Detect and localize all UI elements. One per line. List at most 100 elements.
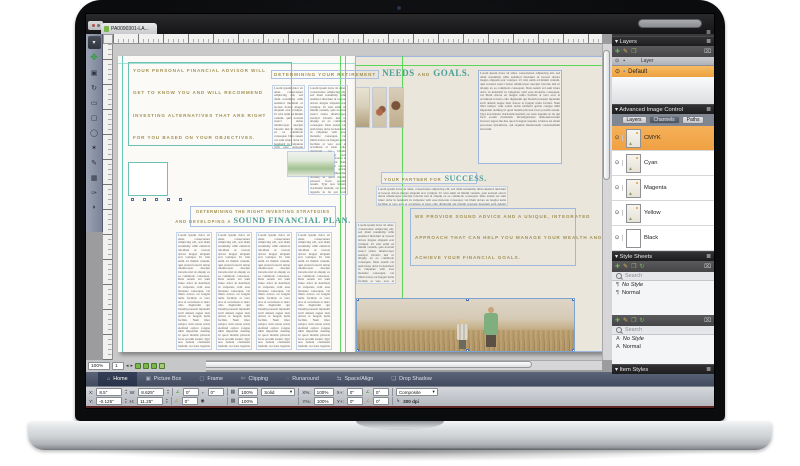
y-field[interactable]: -0.125" — [96, 397, 122, 405]
frame-style-dropdown[interactable]: Solid▾ — [261, 388, 295, 396]
search-input[interactable] — [638, 19, 702, 28]
channel-row[interactable]: ⊙ ▲ Yellow — [612, 201, 714, 226]
eye-icon[interactable]: ⊙ — [612, 185, 623, 191]
layer-row-default[interactable]: ⊙ ▪ Default ✎ — [612, 66, 714, 77]
minimize-icon[interactable] — [97, 24, 100, 27]
aic-tab-layers[interactable]: Layers — [622, 116, 647, 124]
pic-skew-field[interactable]: 0° — [373, 397, 389, 405]
add-style-icon[interactable]: ✚ — [615, 317, 620, 324]
text-column[interactable]: Lorem ipsum dolor sit amet, consectetuer… — [478, 70, 562, 164]
panel-menu-icon[interactable]: ≣ — [706, 367, 711, 373]
offset-x-field[interactable]: 0" — [347, 388, 363, 396]
style-row[interactable]: ¶No Style — [612, 281, 714, 289]
eye-icon[interactable]: ⊙ — [612, 160, 623, 166]
collapse-icon[interactable]: ▾ — [615, 367, 618, 373]
opacity-field[interactable]: 100% — [238, 388, 258, 396]
eye-icon[interactable]: ⊙ — [615, 68, 620, 75]
delete-style-icon[interactable]: ⌧ — [704, 317, 711, 324]
duplicate-style-icon[interactable]: ❐ — [631, 263, 636, 270]
heading-success[interactable]: YOUR PARTNER FOR SUCCESS. — [381, 172, 477, 184]
update-style-icon[interactable]: ↻ — [639, 317, 644, 324]
vertical-scrollbar-thumb[interactable] — [603, 50, 610, 180]
selection-handles-row[interactable] — [131, 198, 183, 203]
output-dropdown[interactable]: Composite▾ — [396, 388, 438, 396]
scale-x-field[interactable]: 100% — [314, 388, 334, 396]
text-column[interactable]: Lorem ipsum dolor sit amet, consectetuer… — [272, 85, 305, 149]
style-search[interactable]: Search — [612, 272, 714, 281]
edit-icon[interactable]: ✎ — [706, 68, 711, 75]
layout-canvas[interactable]: YOUR PERSONAL FINANCIAL ADVISOR WILL GET… — [113, 44, 602, 360]
channel-row[interactable]: ⊙ ▲ Cyan — [612, 151, 714, 176]
rounded-box-tool[interactable]: ▢ — [88, 111, 101, 124]
intro-text-box[interactable]: YOUR PERSONAL FINANCIAL ADVISOR WILL GET… — [128, 62, 292, 146]
text-content-tool[interactable]: ▣ — [88, 66, 101, 79]
oval-box-tool[interactable]: ◯ — [88, 126, 101, 139]
delete-layer-icon[interactable]: ⌧ — [704, 48, 711, 55]
style-sheets-panel-header[interactable]: ▾ Style Sheets ≣ — [612, 251, 714, 261]
photo-strip-beach[interactable] — [356, 88, 369, 127]
text-column[interactable]: Lorem ipsum dolor sit amet, consectetuer… — [176, 232, 212, 350]
collapse-icon[interactable]: ▾ — [615, 254, 618, 260]
rotation-tool[interactable]: ↻ — [88, 81, 101, 94]
tab-drop-shadow[interactable]: ❏Drop Shadow — [382, 372, 441, 386]
page-number-field[interactable]: 1 — [112, 362, 124, 370]
aic-tab-paths[interactable]: Paths — [682, 116, 705, 124]
scale-y-field[interactable]: 100% — [314, 397, 334, 405]
item-tool[interactable]: ✥ — [88, 51, 101, 64]
stepper[interactable]: ▴▾ — [125, 398, 126, 403]
page-view-icon[interactable] — [159, 363, 165, 369]
landscape-photo[interactable] — [288, 152, 334, 176]
photo-strip-couple[interactable] — [373, 88, 386, 127]
heading-plan[interactable]: DETERMINING THE RIGHT INVESTING STRATEGI… — [190, 206, 336, 227]
duplicate-style-icon[interactable]: ❐ — [631, 317, 636, 324]
stepper[interactable]: ▴▾ — [167, 389, 168, 394]
success-text-box[interactable]: Lorem ipsum dolor sit amet, consectetuer… — [376, 186, 508, 206]
style-row[interactable]: ANormal — [612, 343, 714, 351]
document-tab[interactable]: PA0090301-LA... — [101, 23, 157, 34]
duplicate-layer-icon[interactable]: ❐ — [631, 48, 636, 55]
edit-style-icon[interactable]: ✎ — [623, 317, 628, 324]
collapse-icon[interactable]: ▾ — [615, 39, 618, 45]
zoom-tool[interactable]: ◗ — [88, 201, 101, 214]
tab-home[interactable]: ⌂Home — [98, 372, 137, 386]
edit-layer-icon[interactable]: ✎ — [623, 48, 628, 55]
page-view-icon[interactable] — [151, 363, 157, 369]
photo-strip-person[interactable] — [390, 88, 403, 127]
panel-menu-icon[interactable]: ≣ — [706, 107, 711, 113]
opacity2-field[interactable]: 100% — [238, 397, 258, 405]
eye-icon[interactable]: ⊙ — [612, 210, 623, 216]
table-tool[interactable]: ▦ — [88, 171, 101, 184]
prev-page-icon[interactable]: ◂ — [126, 363, 129, 369]
channel-row[interactable]: ⊙ ▲ Magenta — [612, 176, 714, 201]
update-style-icon[interactable]: ↻ — [639, 263, 644, 270]
tab-space-align[interactable]: ⇆Space/Align — [328, 372, 382, 386]
zoom-level-field[interactable]: 100% — [88, 362, 110, 370]
style-search[interactable]: Search — [612, 326, 714, 335]
add-style-icon[interactable]: ✚ — [615, 263, 620, 270]
panel-menu-icon[interactable]: ≣ — [706, 254, 711, 260]
text-column[interactable]: Lorem ipsum dolor sit amet, consectetuer… — [216, 232, 252, 350]
tab-frame[interactable]: ▢Frame — [190, 372, 232, 386]
offset-y-field[interactable]: 0" — [347, 397, 363, 405]
text-column[interactable]: Lorem ipsum dolor sit amet, consectetuer… — [308, 85, 348, 195]
style-row[interactable]: ¶Normal — [612, 289, 714, 297]
edit-style-icon[interactable]: ✎ — [623, 263, 628, 270]
text-column[interactable]: Lorem ipsum dolor sit amet, consectetuer… — [296, 232, 332, 350]
aic-panel-header[interactable]: ▾ Advanced Image Control ≣ — [612, 104, 714, 114]
layers-panel-header[interactable]: ▾ Layers ≣ — [612, 36, 714, 46]
line-tool[interactable]: ✑ — [88, 186, 101, 199]
add-layer-icon[interactable]: ✚ — [615, 48, 620, 55]
rectangle-box-tool[interactable]: ▭ — [88, 96, 101, 109]
skew-field[interactable]: 0° — [182, 397, 198, 405]
starburst-tool[interactable]: ✶ — [88, 141, 101, 154]
pen-tool[interactable]: ✎ — [88, 156, 101, 169]
close-icon[interactable] — [92, 24, 95, 27]
height-field[interactable]: 11.25" — [137, 397, 163, 405]
collapse-icon[interactable]: ▾ — [615, 107, 618, 113]
eye-icon[interactable]: ⊙ — [612, 235, 623, 241]
text-column[interactable]: Lorem ipsum dolor sit amet, consectetuer… — [256, 232, 292, 350]
delete-style-icon[interactable]: ⌧ — [704, 263, 711, 270]
corner-radius-field[interactable]: 0" — [208, 388, 224, 396]
aic-tab-channels[interactable]: Channels — [649, 116, 680, 124]
promo-text-box[interactable]: WE PROVIDE SOUND ADVICE AND A UNIQUE, IN… — [410, 208, 576, 266]
